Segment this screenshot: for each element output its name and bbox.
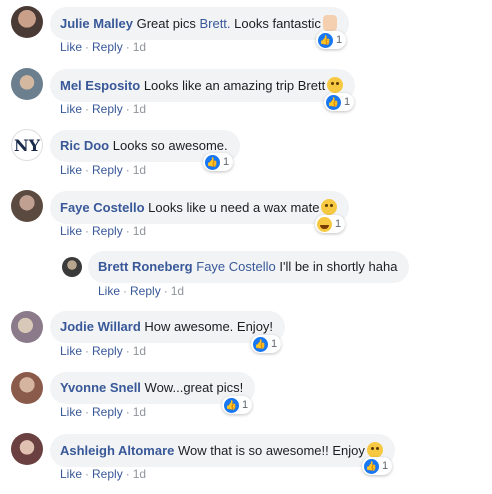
like-reaction-icon: 👍	[224, 397, 239, 413]
reaction-count[interactable]: 👍 1	[251, 335, 282, 353]
comment-bubble: Mel Esposito Looks like an amazing trip …	[50, 69, 356, 102]
reaction-count[interactable]: 👍 1	[222, 396, 253, 414]
like-link[interactable]: Like	[60, 40, 82, 54]
timestamp[interactable]: 1d	[133, 163, 146, 177]
timestamp[interactable]: 1d	[133, 224, 146, 238]
like-reaction-icon: 👍	[326, 94, 341, 110]
like-link[interactable]: Like	[60, 163, 82, 177]
reaction-count[interactable]: 👍 1	[203, 153, 234, 171]
comment-author[interactable]: Mel Esposito	[60, 78, 140, 93]
timestamp[interactable]: 1d	[133, 344, 146, 358]
like-reaction-icon: 👍	[318, 32, 333, 48]
reply-link[interactable]: Reply	[92, 467, 123, 481]
avatar[interactable]	[11, 6, 43, 38]
comment-bubble: Brett Roneberg Faye Costello I'll be in …	[88, 251, 410, 283]
comment-bubble: Julie Malley Great pics Brett. Looks fan…	[50, 7, 349, 40]
grin-emoji	[327, 77, 344, 93]
like-link[interactable]: Like	[60, 224, 82, 238]
smile-emoji	[366, 442, 383, 458]
reply-link[interactable]: Reply	[130, 284, 161, 298]
like-reaction-icon: 👍	[364, 458, 379, 474]
like-link[interactable]: Like	[60, 405, 82, 419]
like-link[interactable]: Like	[60, 102, 82, 116]
comment-text: Looks like u need a wax mate	[148, 200, 320, 215]
comment-text: I'll be in shortly haha	[275, 259, 398, 274]
reply-link[interactable]: Reply	[92, 344, 123, 358]
comment-bubble: Faye Costello Looks like u need a wax ma…	[50, 191, 350, 224]
mention-link[interactable]: Brett.	[199, 16, 230, 31]
reaction-count[interactable]: 1	[315, 215, 346, 233]
comment-text: Looks fantastic	[230, 16, 321, 31]
comment-author[interactable]: Ashleigh Altomare	[60, 443, 174, 458]
reaction-count[interactable]: 👍 1	[316, 31, 347, 49]
avatar[interactable]	[11, 190, 43, 222]
timestamp[interactable]: 1d	[171, 284, 184, 298]
mention-link[interactable]: Faye Costello	[196, 259, 275, 274]
comment-author[interactable]: Faye Costello	[60, 200, 145, 215]
comment-author[interactable]: Yvonne Snell	[60, 380, 141, 395]
avatar[interactable]: NY	[11, 129, 43, 161]
comment-text: Great pics	[136, 16, 200, 31]
like-link[interactable]: Like	[60, 467, 82, 481]
comment-text: Wow that is so awesome!! Enjoy	[178, 443, 365, 458]
timestamp[interactable]: 1d	[133, 102, 146, 116]
timestamp[interactable]: 1d	[133, 405, 146, 419]
comment-text: How awesome. Enjoy!	[144, 319, 274, 334]
avatar[interactable]	[11, 311, 43, 343]
avatar[interactable]	[62, 257, 82, 277]
comment-text: Looks so awesome.	[112, 138, 228, 153]
like-link[interactable]: Like	[98, 284, 120, 298]
comment-bubble: Jodie Willard How awesome. Enjoy!	[50, 311, 286, 343]
avatar[interactable]	[11, 68, 43, 100]
reaction-count[interactable]: 👍 1	[362, 457, 393, 475]
reply-link[interactable]: Reply	[92, 40, 123, 54]
thumbs-up-emoji	[322, 15, 337, 31]
like-reaction-icon: 👍	[205, 154, 220, 170]
haha-reaction-icon	[317, 216, 332, 232]
like-link[interactable]: Like	[60, 344, 82, 358]
timestamp[interactable]: 1d	[133, 467, 146, 481]
comment-text: Wow...great pics!	[144, 380, 244, 395]
comment-author[interactable]: Brett Roneberg	[98, 259, 193, 274]
reply-link[interactable]: Reply	[92, 102, 123, 116]
reply-link[interactable]: Reply	[92, 224, 123, 238]
reply-link[interactable]: Reply	[92, 405, 123, 419]
like-reaction-icon: 👍	[253, 336, 268, 352]
avatar[interactable]	[11, 372, 43, 404]
comment-author[interactable]: Ric Doo	[60, 138, 109, 153]
laughing-emoji	[321, 199, 338, 215]
reaction-count[interactable]: 👍 1	[324, 93, 355, 111]
comment-author[interactable]: Julie Malley	[60, 16, 133, 31]
comment-author[interactable]: Jodie Willard	[60, 319, 141, 334]
reply-link[interactable]: Reply	[92, 163, 123, 177]
avatar[interactable]	[11, 433, 43, 465]
comment-bubble: Ashleigh Altomare Wow that is so awesome…	[50, 434, 395, 467]
comment-text: Looks like an amazing trip Brett	[143, 78, 326, 93]
timestamp[interactable]: 1d	[133, 40, 146, 54]
